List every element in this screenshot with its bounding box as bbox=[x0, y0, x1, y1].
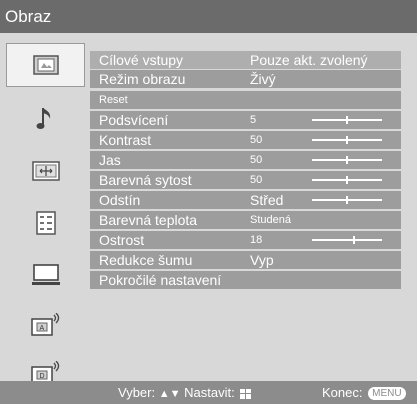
row-value: Živý bbox=[250, 71, 276, 87]
slider-knob[interactable] bbox=[346, 136, 348, 144]
picture-settings-menu: Cílové vstupy Pouze akt. zvolený Režim o… bbox=[90, 51, 401, 305]
sidebar-item-settings[interactable] bbox=[6, 201, 85, 245]
tv-settings-screen: Obraz A D Cílové vstupy Pouze akt. zvole… bbox=[0, 0, 417, 404]
svg-text:A: A bbox=[39, 325, 44, 332]
menu-row-contrast[interactable]: Kontrast 50 bbox=[90, 131, 401, 149]
row-value: 18 bbox=[250, 234, 263, 246]
sidebar-item-sound[interactable] bbox=[6, 97, 85, 141]
row-value: Studená bbox=[250, 214, 291, 226]
row-label: Pokročilé nastavení bbox=[99, 272, 222, 288]
row-label: Reset bbox=[99, 94, 128, 106]
page-title: Obraz bbox=[5, 7, 52, 26]
settings-list-icon bbox=[35, 211, 56, 235]
menu-row-color[interactable]: Barevná sytost 50 bbox=[90, 171, 401, 189]
row-value: 50 bbox=[250, 174, 263, 186]
row-value: 5 bbox=[250, 114, 257, 126]
slider-knob[interactable] bbox=[346, 116, 348, 124]
select-hint-label: Vyber: bbox=[118, 385, 156, 400]
menu-row-advanced-settings[interactable]: Pokročilé nastavení bbox=[90, 271, 401, 289]
exit-hint-label: Konec: bbox=[322, 385, 363, 400]
row-label: Režim obrazu bbox=[99, 71, 186, 87]
enter-key-icon bbox=[240, 388, 252, 399]
category-sidebar: A D bbox=[6, 39, 85, 384]
row-value: Střed bbox=[250, 192, 284, 208]
monitor-icon bbox=[31, 264, 61, 286]
down-arrow-icon: ▼ bbox=[169, 388, 181, 400]
row-value: 50 bbox=[250, 154, 263, 166]
menu-row-sharpness[interactable]: Ostrost 18 bbox=[90, 231, 401, 249]
slider-knob[interactable] bbox=[346, 156, 348, 164]
screen-format-icon bbox=[31, 161, 60, 181]
level-slider[interactable] bbox=[312, 116, 382, 124]
row-label: Barevná sytost bbox=[99, 172, 192, 188]
navigation-hint: Vyber: ▲▼ Nastavit: bbox=[118, 381, 252, 404]
picture-icon bbox=[32, 55, 59, 75]
menu-row-noise-reduction[interactable]: Redukce šumu Vyp bbox=[90, 251, 401, 269]
row-value: 50 bbox=[250, 134, 263, 146]
row-label: Jas bbox=[99, 152, 121, 168]
level-slider[interactable] bbox=[312, 136, 382, 144]
up-arrow-icon: ▲ bbox=[158, 388, 170, 400]
set-hint-label: Nastavit: bbox=[184, 385, 235, 400]
sidebar-item-screen[interactable] bbox=[6, 149, 85, 193]
menu-row-picture-mode[interactable]: Režim obrazu Živý bbox=[90, 70, 401, 88]
row-value: Pouze akt. zvolený bbox=[250, 52, 368, 68]
menu-key-badge: MENU bbox=[368, 387, 406, 401]
level-slider[interactable] bbox=[312, 156, 382, 164]
row-label: Barevná teplota bbox=[99, 212, 198, 228]
status-bar: Vyber: ▲▼ Nastavit: Konec: MENU bbox=[0, 381, 417, 404]
row-value: Vyp bbox=[250, 252, 274, 268]
level-slider[interactable] bbox=[312, 196, 382, 204]
menu-row-brightness[interactable]: Jas 50 bbox=[90, 151, 401, 169]
row-label: Odstín bbox=[99, 192, 141, 208]
slider-knob[interactable] bbox=[346, 196, 348, 204]
level-slider[interactable] bbox=[312, 176, 382, 184]
sidebar-item-monitor[interactable] bbox=[6, 253, 85, 297]
menu-title-bar: Obraz bbox=[0, 0, 417, 33]
sound-note-icon bbox=[36, 105, 56, 133]
menu-row-target-inputs[interactable]: Cílové vstupy Pouze akt. zvolený bbox=[90, 51, 401, 69]
slider-knob[interactable] bbox=[353, 236, 355, 244]
analog-broadcast-icon: A bbox=[30, 313, 61, 337]
row-label: Redukce šumu bbox=[99, 252, 193, 268]
level-slider[interactable] bbox=[312, 236, 382, 244]
menu-row-backlight[interactable]: Podsvícení 5 bbox=[90, 111, 401, 129]
menu-row-hue[interactable]: Odstín Střed bbox=[90, 191, 401, 209]
svg-text:D: D bbox=[39, 373, 44, 380]
sidebar-item-analog[interactable]: A bbox=[6, 303, 85, 347]
slider-knob[interactable] bbox=[346, 176, 348, 184]
row-label: Kontrast bbox=[99, 132, 152, 148]
row-label: Cílové vstupy bbox=[99, 52, 184, 68]
menu-row-reset[interactable]: Reset bbox=[90, 91, 401, 109]
row-label: Podsvícení bbox=[99, 112, 169, 128]
row-label: Ostrost bbox=[99, 232, 145, 248]
exit-hint: Konec: MENU bbox=[322, 381, 406, 404]
menu-row-color-temperature[interactable]: Barevná teplota Studená bbox=[90, 211, 401, 229]
sidebar-item-picture[interactable] bbox=[6, 43, 85, 87]
menu-body: A D Cílové vstupy Pouze akt. zvolený Rež… bbox=[0, 33, 417, 384]
